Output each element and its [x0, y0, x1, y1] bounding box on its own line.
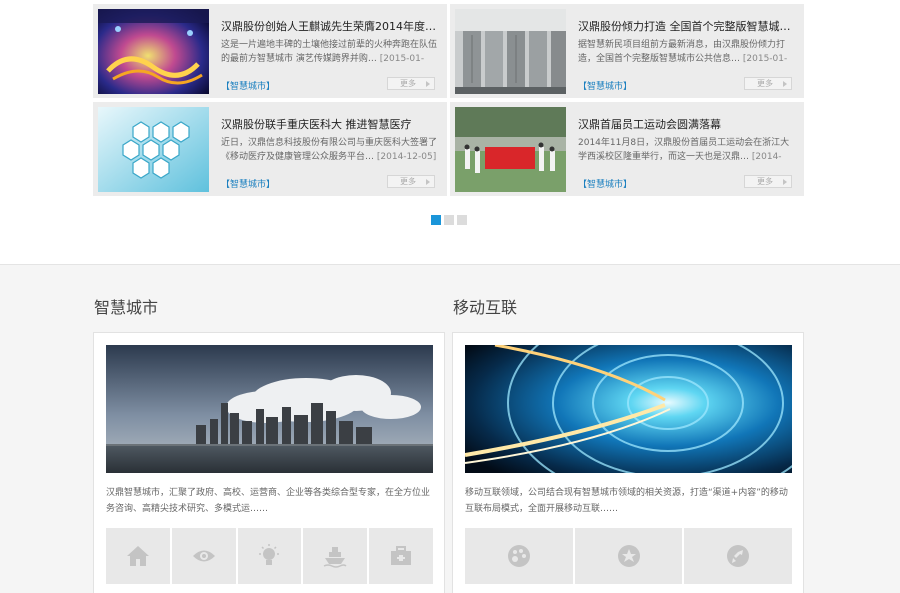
eye-icon[interactable]: [171, 528, 236, 584]
mobile-internet-description: 移动互联领域，公司结合现有智慧城市领域的相关资源，打造“渠道+内容”的移动互联布…: [465, 488, 788, 514]
news-summary: 2014年11月8日，汉鼎股份首届员工运动会在浙江大学西溪校区隆重举行，而这一天…: [578, 136, 796, 166]
pager-dot-2[interactable]: [444, 215, 454, 225]
news-thumbnail-server-room[interactable]: [455, 9, 566, 94]
section-title-mobile-internet: 移动互联: [453, 298, 518, 317]
ship-icon[interactable]: [303, 528, 368, 584]
news-thumbnail-sports[interactable]: [455, 107, 566, 192]
toolbox-icon[interactable]: [369, 528, 433, 584]
news-category-tag[interactable]: 【智慧城市】: [578, 177, 632, 190]
city-skyline-photo[interactable]: [106, 345, 433, 473]
news-title[interactable]: 汉鼎股份创始人王麒诚先生荣膺2014年度…: [221, 18, 439, 34]
news-summary: 这是一片遍地丰碑的土壤他接过前辈的火种奔跑在队伍的最前方智慧城市 演艺传媒跨界并…: [221, 38, 439, 68]
news-title[interactable]: 汉鼎首届员工运动会圆满落幕: [578, 116, 796, 132]
news-title[interactable]: 汉鼎股份倾力打造 全国首个完整版智慧城…: [578, 18, 796, 34]
palette-icon[interactable]: [465, 528, 573, 584]
lightbulb-icon[interactable]: [237, 528, 302, 584]
house-icon[interactable]: [106, 528, 170, 584]
more-button[interactable]: 更多: [387, 175, 435, 188]
news-card[interactable]: 汉鼎股份倾力打造 全国首个完整版智慧城… 据智慧新民项目组前方最新消息，由汉鼎股…: [450, 4, 804, 98]
smart-city-icon-row: [106, 528, 433, 584]
news-summary: 据智慧新民项目组前方最新消息，由汉鼎股份倾力打造，全国首个完整版智慧城市公共信息…: [578, 38, 796, 68]
business-section: 智慧城市 移动互联 汉鼎智慧城市，汇聚了政府、高校、运营商、企业等各类综合型专家…: [0, 264, 900, 593]
news-title[interactable]: 汉鼎股份联手重庆医科大 推进智慧医疗: [221, 116, 439, 132]
mobile-internet-card: 移动互联领域，公司结合现有智慧城市领域的相关资源，打造“渠道+内容”的移动互联布…: [452, 332, 804, 593]
news-card[interactable]: 汉鼎股份联手重庆医科大 推进智慧医疗 近日，汉鼎信息科技股份有限公司与重庆医科大…: [93, 102, 447, 196]
news-grid: 汉鼎股份创始人王麒诚先生荣膺2014年度… 这是一片遍地丰碑的土壤他接过前辈的火…: [93, 4, 805, 198]
more-button[interactable]: 更多: [744, 175, 792, 188]
pager-dot-1[interactable]: [431, 215, 441, 225]
news-category-tag[interactable]: 【智慧城市】: [221, 79, 275, 92]
news-category-tag[interactable]: 【智慧城市】: [221, 177, 275, 190]
news-summary: 近日，汉鼎信息科技股份有限公司与重庆医科大签署了《移动医疗及健康管理公众服务平台…: [221, 136, 439, 166]
carousel-pager: [431, 215, 467, 225]
news-card[interactable]: 汉鼎股份创始人王麒诚先生荣膺2014年度… 这是一片遍地丰碑的土壤他接过前辈的火…: [93, 4, 447, 98]
flower-icon[interactable]: [574, 528, 683, 584]
rocket-icon[interactable]: [684, 528, 793, 584]
more-button[interactable]: 更多: [744, 77, 792, 90]
news-thumbnail-medical[interactable]: [98, 107, 209, 192]
news-category-tag[interactable]: 【智慧城市】: [578, 79, 632, 92]
more-button[interactable]: 更多: [387, 77, 435, 90]
pager-dot-3[interactable]: [457, 215, 467, 225]
smart-city-card: 汉鼎智慧城市，汇聚了政府、高校、运营商、企业等各类综合型专家，在全方位业务咨询、…: [93, 332, 445, 593]
news-card[interactable]: 汉鼎首届员工运动会圆满落幕 2014年11月8日，汉鼎股份首届员工运动会在浙江大…: [450, 102, 804, 196]
smart-city-description: 汉鼎智慧城市，汇聚了政府、高校、运营商、企业等各类综合型专家，在全方位业务咨询、…: [106, 488, 431, 514]
news-date: [2014-12-05]: [376, 152, 437, 162]
news-thumbnail-stage[interactable]: [98, 9, 209, 94]
data-tunnel-photo[interactable]: [465, 345, 792, 473]
mobile-internet-icon-row: [465, 528, 793, 584]
section-title-smart-city: 智慧城市: [94, 298, 159, 317]
